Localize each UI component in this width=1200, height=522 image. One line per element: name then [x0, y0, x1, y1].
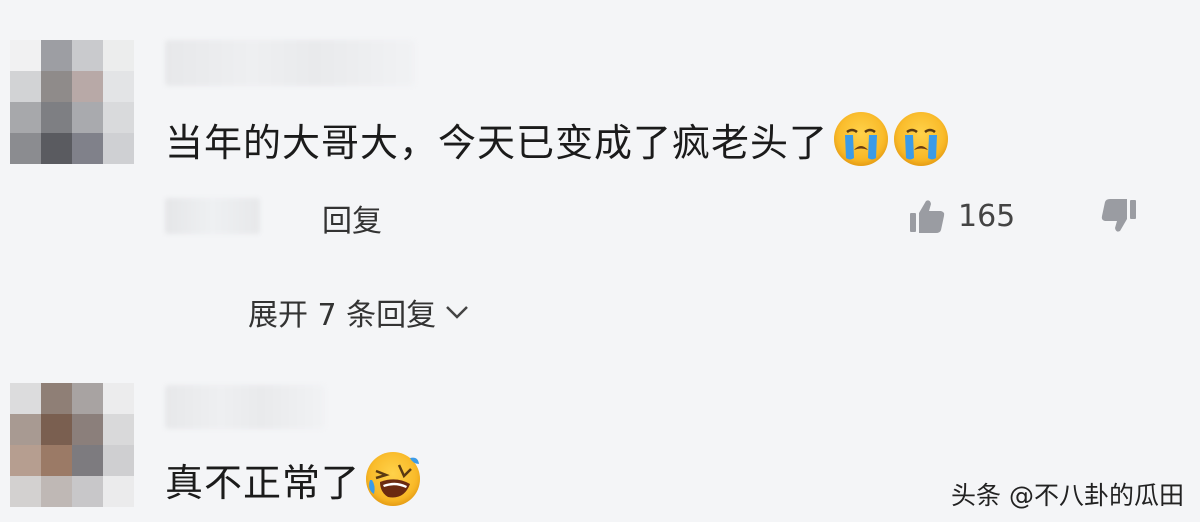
reply-button[interactable]: 回复: [322, 196, 382, 240]
avatar-mosaic-cell: [10, 133, 41, 164]
avatar-mosaic-cell: [103, 102, 134, 133]
like-button[interactable]: 165: [908, 196, 1015, 236]
laughing-emoji-icon: [366, 452, 421, 506]
avatar-mosaic-cell: [103, 445, 134, 476]
thumbs-down-icon: [1101, 199, 1136, 232]
expand-replies-button[interactable]: 展开 7 条回复: [248, 290, 470, 334]
avatar-mosaic-cell: [72, 445, 103, 476]
crying-emoji-icon: [834, 112, 889, 166]
comment-text: 真不正常了: [165, 452, 421, 507]
avatar-mosaic-cell: [41, 40, 72, 71]
dislike-button[interactable]: [1098, 196, 1138, 240]
avatar-mosaic-cell: [10, 40, 41, 71]
username-blurred[interactable]: [165, 40, 415, 86]
avatar-mosaic-cell: [41, 445, 72, 476]
avatar[interactable]: [10, 383, 134, 507]
avatar-mosaic-cell: [72, 71, 103, 102]
avatar-mosaic-cell: [10, 71, 41, 102]
avatar-mosaic-cell: [72, 40, 103, 71]
avatar-mosaic-cell: [10, 445, 41, 476]
avatar-mosaic-cell: [41, 133, 72, 164]
avatar-mosaic-cell: [103, 383, 134, 414]
avatar-mosaic-cell: [72, 414, 103, 445]
crying-emoji-icon: [894, 112, 949, 166]
avatar-mosaic-cell: [10, 414, 41, 445]
avatar-mosaic-cell: [41, 71, 72, 102]
avatar-mosaic-cell: [10, 102, 41, 133]
avatar-mosaic-cell: [103, 71, 134, 102]
timestamp-blurred: [165, 198, 260, 234]
avatar-mosaic-cell: [72, 102, 103, 133]
avatar-mosaic-cell: [103, 476, 134, 507]
avatar-mosaic-cell: [10, 476, 41, 507]
avatar[interactable]: [10, 40, 134, 164]
avatar-mosaic-cell: [72, 383, 103, 414]
expand-replies-label: 展开 7 条回复: [248, 298, 437, 333]
avatar-mosaic-cell: [72, 133, 103, 164]
thumbs-up-icon: [910, 200, 945, 233]
username-blurred[interactable]: [165, 385, 325, 429]
avatar-mosaic-cell: [10, 383, 41, 414]
avatar-mosaic-cell: [41, 414, 72, 445]
avatar-mosaic-cell: [41, 476, 72, 507]
avatar-mosaic-cell: [72, 476, 103, 507]
like-count: 165: [958, 198, 1016, 234]
avatar-mosaic-cell: [103, 40, 134, 71]
comment-text: 当年的大哥大，今天已变成了疯老头了: [165, 112, 949, 167]
avatar-mosaic-cell: [41, 383, 72, 414]
avatar-mosaic-cell: [103, 414, 134, 445]
watermark: 头条 @不八卦的瓜田: [951, 481, 1184, 510]
chevron-down-icon: [446, 306, 469, 319]
avatar-mosaic-cell: [103, 133, 134, 164]
avatar-mosaic-cell: [41, 102, 72, 133]
